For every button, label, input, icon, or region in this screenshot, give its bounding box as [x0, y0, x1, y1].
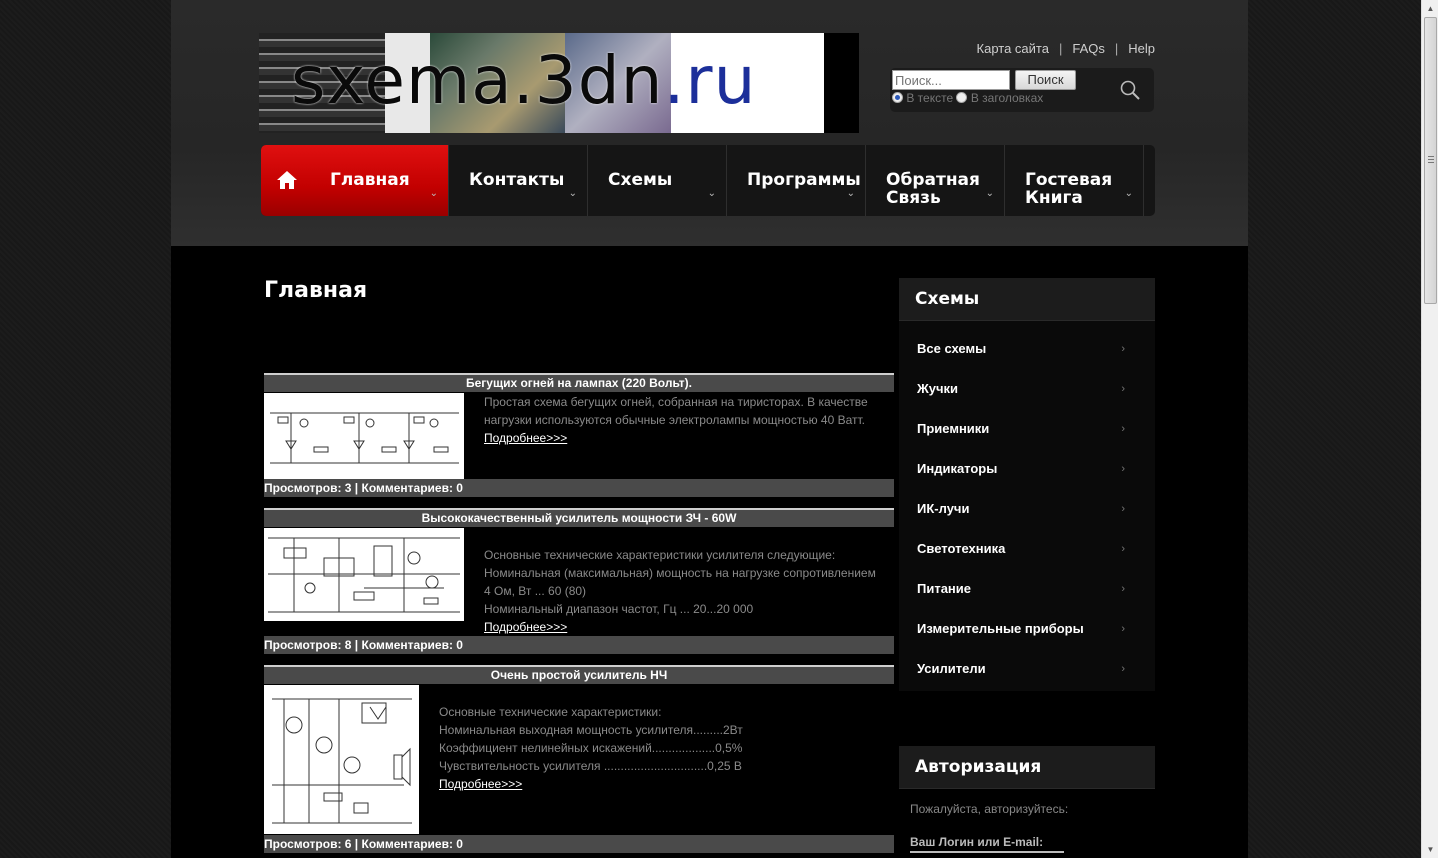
- schemes-block-title: Схемы: [899, 278, 1155, 321]
- sidebar-item-measuring[interactable]: Измерительные приборы ›: [899, 609, 1155, 649]
- help-link[interactable]: Help: [1128, 41, 1155, 56]
- nav-label: Контакты: [469, 170, 565, 190]
- chevron-right-icon: ›: [1121, 383, 1125, 395]
- search-input[interactable]: [892, 70, 1010, 90]
- chevron-right-icon: ›: [1121, 423, 1125, 435]
- login-label: Ваш Логин или E-mail:: [910, 835, 1044, 849]
- auth-block-title: Авторизация: [899, 746, 1155, 789]
- nav-item-programs[interactable]: Программы ⌄: [727, 145, 866, 216]
- faqs-link[interactable]: FAQs: [1072, 41, 1105, 56]
- chevron-down-icon: ⌄: [568, 188, 577, 199]
- page: sxema.3dn.ru Карта сайта | FAQs | Help Поиск…: [171, 0, 1248, 858]
- search-box: Поиск В тексте В заголовках: [890, 68, 1154, 112]
- nav-item-schemes[interactable]: Схемы ⌄: [588, 145, 727, 216]
- chevron-down-icon: ⌄: [1124, 188, 1133, 199]
- news-entry: Очень простой усилитель НЧ Основные техн…: [264, 665, 894, 855]
- sidebar-item-amplifiers[interactable]: Усилители ›: [899, 649, 1155, 689]
- sitemap-link[interactable]: Карта сайта: [977, 41, 1049, 56]
- nav-item-home[interactable]: Главная ⌄: [261, 145, 449, 216]
- search-scope: В тексте В заголовках: [892, 91, 1043, 105]
- chevron-down-icon: ⌄: [846, 188, 855, 199]
- entry-description: Основные технические характеристики: Ном…: [439, 705, 743, 791]
- chevron-right-icon: ›: [1121, 503, 1125, 515]
- entry-title[interactable]: Высококачественный усилитель мощности ЗЧ…: [264, 508, 894, 527]
- nav-label: Гостевая Книга: [1025, 170, 1113, 208]
- entry-stats: Просмотров: 3 | Комментариев: 0: [264, 479, 894, 497]
- entry-title[interactable]: Очень простой усилитель НЧ: [264, 665, 894, 684]
- news-entry: Высококачественный усилитель мощности ЗЧ…: [264, 508, 894, 656]
- main-content: Главная Бегущих огней на лампах (220 Вол…: [171, 246, 1248, 858]
- scroll-down-icon[interactable]: ▼: [1422, 841, 1438, 858]
- nav-label: Главная: [330, 170, 410, 190]
- entry-description: Простая схема бегущих огней, собранная н…: [484, 395, 868, 445]
- page-scrollbar[interactable]: ▲ ▼: [1421, 0, 1438, 858]
- page-title: Главная: [264, 278, 368, 303]
- sidebar-item-indicators[interactable]: Индикаторы ›: [899, 449, 1155, 489]
- chevron-down-icon: ⌄: [985, 188, 994, 199]
- chevron-right-icon: ›: [1121, 543, 1125, 555]
- sidebar-item-ir[interactable]: ИК-лучи ›: [899, 489, 1155, 529]
- entry-thumbnail[interactable]: [264, 528, 464, 621]
- entry-thumbnail[interactable]: [264, 393, 464, 479]
- logo-text: sxema.3dn.ru: [291, 42, 757, 119]
- sidebar-item-all-schemes[interactable]: Все схемы ›: [899, 329, 1155, 369]
- sidebar: Схемы Все схемы › Жучки › Приемники › Индик…: [899, 278, 1155, 858]
- home-icon: [277, 171, 297, 189]
- search-icon[interactable]: [1119, 79, 1141, 101]
- radio-in-titles-label: В заголовках: [970, 91, 1044, 105]
- entry-stats: Просмотров: 8 | Комментариев: 0: [264, 636, 894, 654]
- nav-label: Программы: [747, 170, 861, 190]
- radio-in-text-label: В тексте: [906, 91, 954, 105]
- sidebar-item-bugs[interactable]: Жучки ›: [899, 369, 1155, 409]
- login-input[interactable]: [910, 851, 1064, 853]
- chevron-right-icon: ›: [1121, 463, 1125, 475]
- entry-description: Основные технические характеристики усил…: [484, 548, 876, 634]
- news-entry: Бегущих огней на лампах (220 Вольт). Про…: [264, 373, 894, 498]
- nav-label: Обратная Связь: [886, 170, 980, 208]
- chevron-right-icon: ›: [1121, 663, 1125, 675]
- radio-in-text[interactable]: [892, 92, 903, 103]
- site-logo[interactable]: sxema.3dn.ru: [259, 33, 859, 133]
- sidebar-item-power[interactable]: Питание ›: [899, 569, 1155, 609]
- auth-hint: Пожалуйста, авторизуйтесь:: [910, 802, 1069, 816]
- read-more-link[interactable]: Подробнее>>>: [439, 777, 522, 791]
- chevron-right-icon: ›: [1121, 583, 1125, 595]
- auth-block: Авторизация Пожалуйста, авторизуйтесь: В…: [899, 746, 1155, 858]
- chevron-down-icon: ⌄: [429, 188, 438, 199]
- top-links: Карта сайта | FAQs | Help: [976, 41, 1155, 56]
- search-button[interactable]: Поиск: [1015, 70, 1076, 90]
- main-nav: Главная ⌄ Контакты ⌄ Схемы ⌄ Программы ⌄…: [261, 145, 1155, 216]
- chevron-down-icon: ⌄: [707, 188, 716, 199]
- entry-stats: Просмотров: 6 | Комментариев: 0: [264, 835, 894, 853]
- chevron-right-icon: ›: [1121, 343, 1125, 355]
- entry-title[interactable]: Бегущих огней на лампах (220 Вольт).: [264, 373, 894, 392]
- scroll-up-icon[interactable]: ▲: [1422, 0, 1438, 17]
- sidebar-item-lighting[interactable]: Светотехника ›: [899, 529, 1155, 569]
- scrollbar-thumb[interactable]: [1424, 17, 1437, 304]
- chevron-right-icon: ›: [1121, 623, 1125, 635]
- nav-item-feedback[interactable]: Обратная Связь ⌄: [866, 145, 1005, 216]
- nav-item-guestbook[interactable]: Гостевая Книга ⌄: [1005, 145, 1144, 216]
- schemes-list: Все схемы › Жучки › Приемники › Индикаторы ›…: [899, 321, 1155, 691]
- radio-in-titles[interactable]: [956, 92, 968, 103]
- read-more-link[interactable]: Подробнее>>>: [484, 431, 567, 445]
- entry-thumbnail[interactable]: [264, 685, 419, 834]
- read-more-link[interactable]: Подробнее>>>: [484, 620, 567, 634]
- nav-label: Схемы: [608, 170, 673, 190]
- nav-item-contacts[interactable]: Контакты ⌄: [449, 145, 588, 216]
- sidebar-item-receivers[interactable]: Приемники ›: [899, 409, 1155, 449]
- site-header: sxema.3dn.ru Карта сайта | FAQs | Help Поиск…: [171, 0, 1248, 246]
